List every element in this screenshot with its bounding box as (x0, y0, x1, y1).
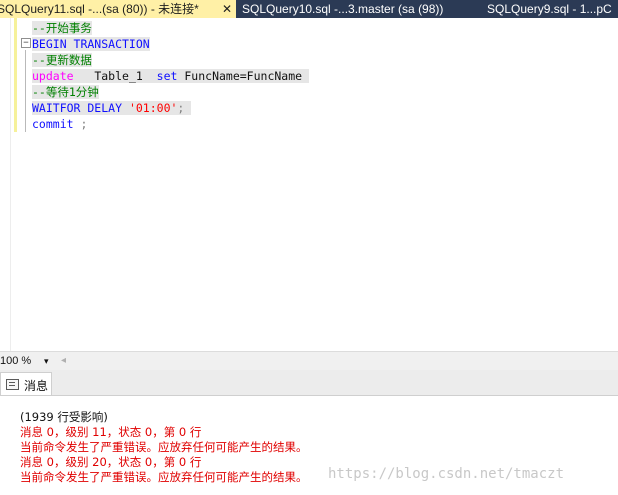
commit-keyword: commit (32, 117, 74, 131)
editor-status-bar: 100 % ▾ ◂ (0, 351, 618, 371)
waitfor-delay-keyword: WAITFOR DELAY (32, 101, 123, 115)
error-message-line: 消息 0，级别 11，状态 0，第 0 行 (20, 425, 202, 439)
tab-messages[interactable]: 消息 (0, 372, 52, 395)
zoom-value: 100 % (0, 355, 32, 367)
error-message-line: 当前命令发生了严重错误。应放弃任何可能产生的结果。 (20, 470, 308, 484)
set-keyword: set (156, 69, 178, 83)
tab-sqlquery9-label: SQLQuery9.sql - 1...pC (487, 2, 612, 16)
code-line-3: --更新数据 (32, 52, 309, 68)
comment-update-data: --更新数据 (32, 53, 92, 67)
watermark-text: https://blog.csdn.net/tmaczt (328, 466, 565, 482)
error-message-line: 消息 0，级别 20，状态 0，第 0 行 (20, 455, 202, 469)
tab-sqlquery9[interactable]: SQLQuery9.sql - 1...pC (487, 0, 612, 18)
collapse-icon[interactable]: − (21, 38, 31, 48)
tab-sqlquery10-label: SQLQuery10.sql -...3.master (sa (98)) (242, 2, 444, 16)
document-tab-strip: SQLQuery11.sql -...(sa (80)) - 未连接* ✕ SQ… (0, 0, 618, 18)
tab-sqlquery11[interactable]: SQLQuery11.sql -...(sa (80)) - 未连接* ✕ (0, 0, 236, 18)
code-line-2: BEGIN TRANSACTION (32, 36, 309, 52)
chevron-down-icon: ▾ (44, 356, 49, 366)
results-tab-strip: 消息 (0, 370, 618, 396)
semicolon: ; (80, 117, 88, 131)
assignment-expression: FuncName=FuncName (184, 69, 303, 83)
comment-start-transaction: --开始事务 (32, 21, 92, 35)
error-message-line: 当前命令发生了严重错误。应放弃任何可能产生的结果。 (20, 440, 308, 454)
messages-icon (6, 379, 19, 390)
code-line-5: --等待1分钟 (32, 84, 309, 100)
tab-sqlquery11-label: SQLQuery11.sql -...(sa (80)) - 未连接* (0, 2, 199, 16)
zoom-dropdown[interactable]: 100 % ▾ (0, 353, 55, 369)
change-tracking-bar (14, 18, 17, 132)
close-icon[interactable]: ✕ (219, 0, 235, 18)
begin-transaction-keyword: BEGIN TRANSACTION (32, 37, 150, 51)
semicolon: ; (177, 101, 185, 115)
code-line-7: commit ; (32, 116, 309, 132)
query-editor[interactable]: − --开始事务 BEGIN TRANSACTION --更新数据 update… (0, 18, 618, 351)
scroll-left-icon[interactable]: ◂ (61, 355, 66, 366)
code-line-6: WAITFOR DELAY '01:00'; (32, 100, 309, 116)
fold-guide-line (25, 50, 26, 132)
rows-affected-message: (1939 行受影响) (20, 410, 108, 424)
comment-wait-one-minute: --等待1分钟 (32, 85, 99, 99)
editor-gutter (0, 18, 11, 351)
tab-messages-label: 消息 (24, 379, 49, 393)
tab-sqlquery10[interactable]: SQLQuery10.sql -...3.master (sa (98)) (242, 0, 443, 18)
delay-string: '01:00' (128, 101, 178, 115)
code-line-4: update Table_1 set FuncName=FuncName (32, 68, 310, 84)
code-area[interactable]: --开始事务 BEGIN TRANSACTION --更新数据 update T… (32, 20, 310, 132)
code-line-1: --开始事务 (32, 20, 309, 36)
update-keyword: update (32, 69, 74, 83)
table-name: Table_1 (94, 69, 143, 83)
